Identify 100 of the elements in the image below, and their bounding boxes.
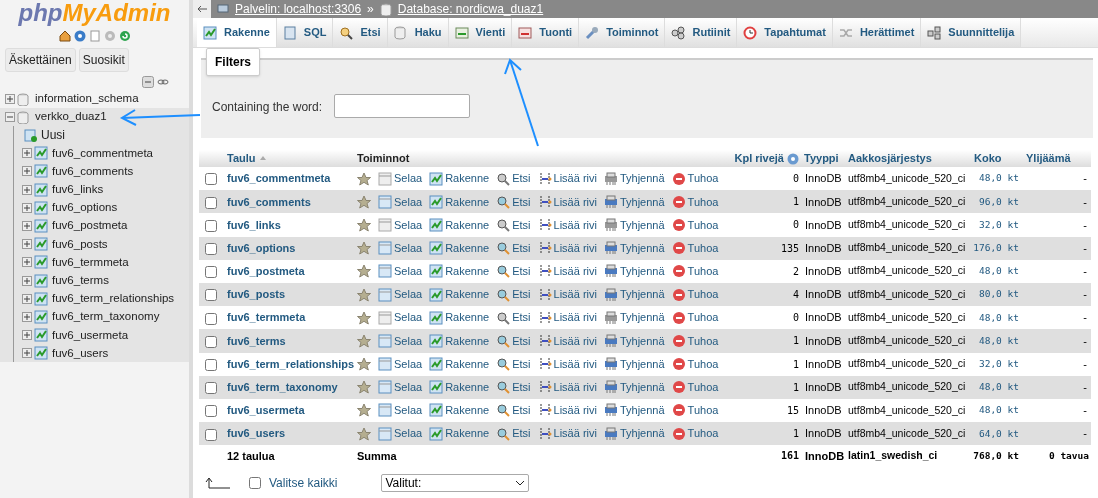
action-link[interactable]: Tyhjennä (603, 239, 665, 257)
action-link[interactable]: Tuhoa (671, 355, 719, 373)
column-header[interactable]: Kpl rivejä (734, 152, 784, 165)
tab[interactable]: Vienti (448, 18, 513, 47)
bulk-action-dropdown[interactable]: Valitut: (381, 474, 530, 493)
table-item[interactable]: fuv6_options (52, 199, 118, 217)
row-checkbox[interactable] (205, 173, 217, 186)
row-checkbox[interactable] (205, 219, 217, 232)
action-link[interactable]: Lisää rivi (537, 379, 597, 396)
tab[interactable]: Rutiinit (665, 18, 738, 47)
action-link[interactable]: Tyhjennä (603, 355, 665, 373)
action-link[interactable]: Etsi (496, 193, 531, 211)
action-link[interactable]: Lisää rivi (537, 402, 597, 419)
sidebar-tab[interactable]: Suosikit (78, 48, 129, 72)
select-all-label[interactable]: Valitse kaikki (269, 474, 338, 493)
breadcrumb-link[interactable]: Database: nordicwa_duaz1 (397, 0, 544, 18)
action-link[interactable]: Rakenne (429, 379, 490, 396)
table-name-link[interactable]: fuv6_termmeta (227, 311, 306, 324)
action-link[interactable]: Tyhjennä (603, 309, 665, 326)
select-all-checkbox[interactable] (249, 477, 261, 490)
action-link[interactable]: Etsi (496, 170, 531, 187)
action-link[interactable]: Etsi (496, 239, 531, 257)
action-link[interactable]: Rakenne (429, 193, 490, 211)
action-link[interactable]: Tyhjennä (603, 216, 665, 234)
action-link[interactable]: Rakenne (429, 263, 490, 280)
new-table-link[interactable]: Uusi (41, 126, 65, 145)
action-link[interactable]: Tuhoa (671, 263, 719, 280)
action-link[interactable]: Selaa (378, 425, 423, 442)
action-link[interactable]: Lisää rivi (537, 309, 597, 326)
row-checkbox[interactable] (205, 405, 217, 418)
action-link[interactable]: Etsi (496, 425, 531, 442)
table-name-link[interactable]: fuv6_term_taxonomy (227, 381, 338, 394)
tab[interactable]: Haku (387, 18, 449, 47)
action-link[interactable]: Selaa (378, 355, 423, 373)
action-link[interactable]: Rakenne (429, 239, 490, 257)
action-link[interactable]: Etsi (496, 379, 531, 396)
tab[interactable]: Tapahtumat (737, 18, 833, 47)
table-item[interactable]: fuv6_postmeta (52, 217, 128, 235)
action-link[interactable]: Tyhjennä (603, 402, 665, 419)
action-link[interactable]: Selaa (378, 286, 423, 303)
table-item[interactable]: fuv6_comments (52, 162, 134, 181)
row-checkbox[interactable] (205, 243, 217, 255)
action-link[interactable]: Rakenne (429, 309, 490, 326)
table-item[interactable]: fuv6_usermeta (52, 326, 129, 344)
action-link[interactable]: Selaa (378, 332, 423, 350)
row-checkbox[interactable] (205, 358, 217, 371)
action-link[interactable]: Tuhoa (671, 332, 719, 350)
action-link[interactable]: Etsi (496, 309, 531, 326)
tab[interactable]: Tuonti (512, 18, 580, 47)
action-link[interactable]: Selaa (378, 379, 423, 396)
action-link[interactable]: Etsi (496, 286, 531, 303)
table-item[interactable]: fuv6_commentmeta (52, 144, 153, 162)
row-checkbox[interactable] (205, 196, 217, 209)
action-link[interactable]: Rakenne (429, 286, 490, 303)
table-name-link[interactable]: fuv6_users (227, 427, 286, 440)
action-link[interactable]: Selaa (378, 216, 423, 234)
table-name-link[interactable]: fuv6_posts (227, 288, 286, 301)
action-link[interactable]: Rakenne (429, 402, 490, 419)
column-header[interactable]: Ylijäämä (1026, 152, 1071, 165)
action-link[interactable]: Lisää rivi (537, 193, 597, 211)
table-item[interactable]: fuv6_users (52, 344, 109, 362)
table-name-link[interactable]: fuv6_term_relationships (227, 357, 355, 370)
action-link[interactable]: Lisää rivi (537, 332, 597, 350)
action-link[interactable]: Lisää rivi (537, 216, 597, 234)
action-link[interactable]: Tuhoa (671, 239, 719, 257)
action-link[interactable]: Tyhjennä (603, 379, 665, 396)
table-name-link[interactable]: fuv6_comments (227, 195, 311, 208)
row-checkbox[interactable] (205, 428, 217, 441)
table-name-link[interactable]: fuv6_options (227, 241, 296, 254)
tab[interactable]: Suunnittelija (921, 18, 1022, 47)
action-link[interactable]: Tuhoa (671, 309, 719, 326)
tab[interactable]: Etsi (333, 18, 388, 47)
column-header[interactable]: Aakkosjärjestys (848, 152, 932, 165)
row-checkbox[interactable] (205, 382, 217, 395)
table-item[interactable]: fuv6_term_relationships (52, 290, 175, 308)
action-link[interactable]: Tyhjennä (603, 170, 665, 187)
action-link[interactable]: Rakenne (429, 355, 490, 373)
action-link[interactable]: Tuhoa (671, 425, 719, 442)
tab[interactable]: Rakenne (197, 18, 277, 47)
row-checkbox[interactable] (205, 266, 217, 279)
action-link[interactable]: Lisää rivi (537, 263, 597, 280)
table-item[interactable]: fuv6_links (52, 181, 104, 199)
action-link[interactable]: Lisää rivi (537, 239, 597, 257)
action-link[interactable]: Selaa (378, 239, 423, 257)
action-link[interactable]: Etsi (496, 263, 531, 280)
table-name-link[interactable]: fuv6_postmeta (227, 265, 305, 278)
action-link[interactable]: Lisää rivi (537, 170, 597, 187)
action-link[interactable]: Rakenne (429, 425, 490, 442)
action-link[interactable]: Etsi (496, 216, 531, 234)
column-header[interactable]: Tyyppi (804, 152, 839, 165)
database-item[interactable]: verkko_duaz1 (35, 108, 107, 126)
action-link[interactable]: Lisää rivi (537, 355, 597, 373)
tab[interactable]: Toiminnot (579, 18, 666, 47)
sidebar-tab[interactable]: Äskettäinen (5, 48, 76, 72)
action-link[interactable]: Tuhoa (671, 193, 719, 211)
action-link[interactable]: Lisää rivi (537, 286, 597, 303)
action-link[interactable]: Rakenne (429, 332, 490, 350)
action-link[interactable]: Tuhoa (671, 170, 719, 187)
action-link[interactable]: Rakenne (429, 170, 490, 187)
action-link[interactable]: Selaa (378, 193, 423, 211)
